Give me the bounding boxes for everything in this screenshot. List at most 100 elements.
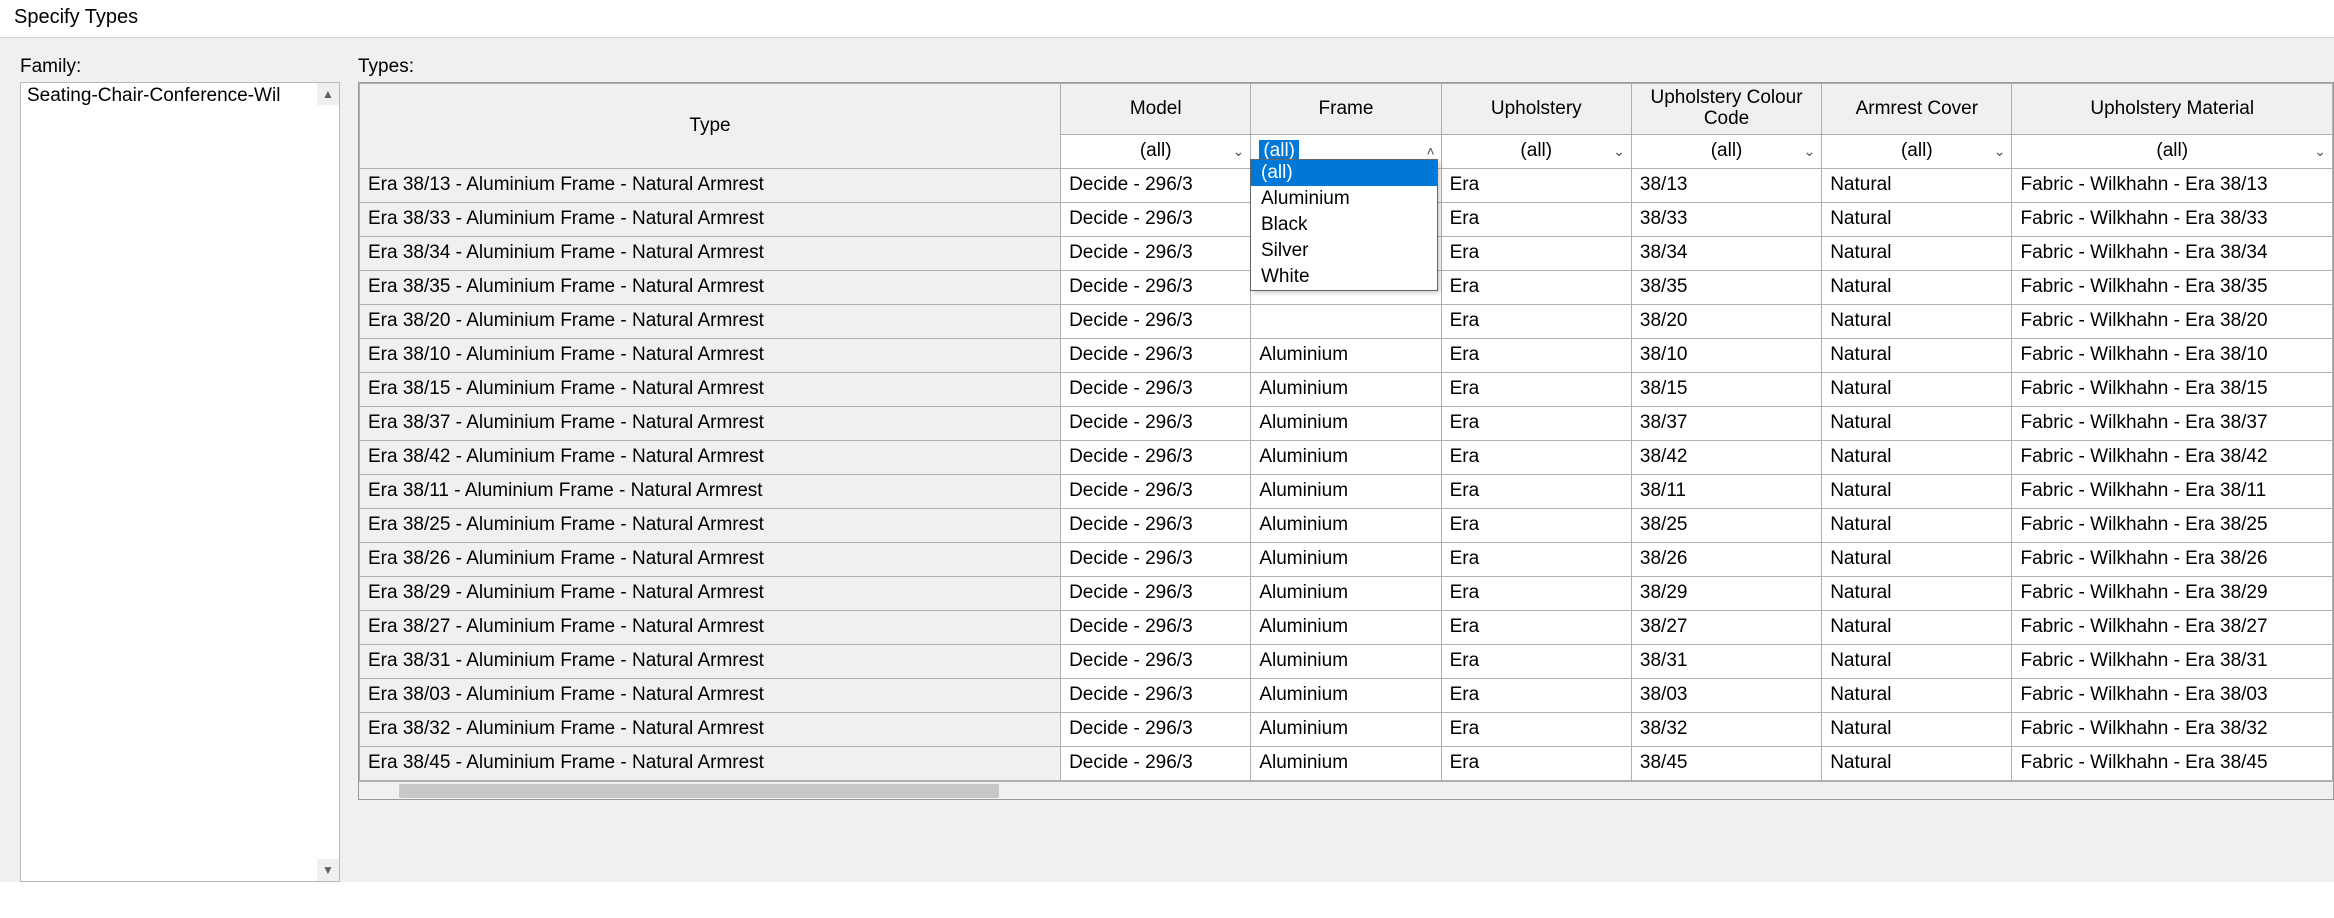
cell-colour-code[interactable]: 38/33 bbox=[1631, 202, 1821, 236]
cell-model[interactable]: Decide - 296/3 bbox=[1061, 406, 1251, 440]
cell-type[interactable]: Era 38/20 - Aluminium Frame - Natural Ar… bbox=[360, 304, 1061, 338]
cell-colour-code[interactable]: 38/13 bbox=[1631, 168, 1821, 202]
table-row[interactable]: Era 38/26 - Aluminium Frame - Natural Ar… bbox=[360, 542, 2333, 576]
cell-colour-code[interactable]: 38/11 bbox=[1631, 474, 1821, 508]
cell-model[interactable]: Decide - 296/3 bbox=[1061, 644, 1251, 678]
cell-model[interactable]: Decide - 296/3 bbox=[1061, 236, 1251, 270]
cell-upholstery[interactable]: Era bbox=[1441, 610, 1631, 644]
cell-model[interactable]: Decide - 296/3 bbox=[1061, 712, 1251, 746]
cell-material[interactable]: Fabric - Wilkhahn - Era 38/25 bbox=[2012, 508, 2333, 542]
cell-type[interactable]: Era 38/27 - Aluminium Frame - Natural Ar… bbox=[360, 610, 1061, 644]
cell-type[interactable]: Era 38/11 - Aluminium Frame - Natural Ar… bbox=[360, 474, 1061, 508]
cell-frame[interactable]: Aluminium bbox=[1251, 644, 1441, 678]
cell-material[interactable]: Fabric - Wilkhahn - Era 38/45 bbox=[2012, 746, 2333, 780]
cell-material[interactable]: Fabric - Wilkhahn - Era 38/32 bbox=[2012, 712, 2333, 746]
cell-type[interactable]: Era 38/26 - Aluminium Frame - Natural Ar… bbox=[360, 542, 1061, 576]
cell-armrest[interactable]: Natural bbox=[1822, 576, 2012, 610]
cell-model[interactable]: Decide - 296/3 bbox=[1061, 474, 1251, 508]
cell-armrest[interactable]: Natural bbox=[1822, 440, 2012, 474]
col-type[interactable]: Type bbox=[360, 84, 1061, 169]
dropdown-item[interactable]: (all) bbox=[1251, 160, 1437, 186]
cell-armrest[interactable]: Natural bbox=[1822, 712, 2012, 746]
cell-material[interactable]: Fabric - Wilkhahn - Era 38/20 bbox=[2012, 304, 2333, 338]
family-list[interactable]: ▲ Seating-Chair-Conference-Wil ▼ bbox=[20, 82, 340, 882]
cell-model[interactable]: Decide - 296/3 bbox=[1061, 576, 1251, 610]
cell-material[interactable]: Fabric - Wilkhahn - Era 38/10 bbox=[2012, 338, 2333, 372]
cell-colour-code[interactable]: 38/31 bbox=[1631, 644, 1821, 678]
table-row[interactable]: Era 38/31 - Aluminium Frame - Natural Ar… bbox=[360, 644, 2333, 678]
cell-colour-code[interactable]: 38/45 bbox=[1631, 746, 1821, 780]
cell-colour-code[interactable]: 38/27 bbox=[1631, 610, 1821, 644]
cell-upholstery[interactable]: Era bbox=[1441, 338, 1631, 372]
cell-type[interactable]: Era 38/25 - Aluminium Frame - Natural Ar… bbox=[360, 508, 1061, 542]
table-row[interactable]: Era 38/42 - Aluminium Frame - Natural Ar… bbox=[360, 440, 2333, 474]
cell-frame[interactable]: Aluminium bbox=[1251, 338, 1441, 372]
cell-frame[interactable]: Aluminium bbox=[1251, 440, 1441, 474]
cell-model[interactable]: Decide - 296/3 bbox=[1061, 746, 1251, 780]
cell-armrest[interactable]: Natural bbox=[1822, 304, 2012, 338]
cell-type[interactable]: Era 38/42 - Aluminium Frame - Natural Ar… bbox=[360, 440, 1061, 474]
cell-colour-code[interactable]: 38/34 bbox=[1631, 236, 1821, 270]
cell-colour-code[interactable]: 38/25 bbox=[1631, 508, 1821, 542]
table-row[interactable]: Era 38/29 - Aluminium Frame - Natural Ar… bbox=[360, 576, 2333, 610]
cell-armrest[interactable]: Natural bbox=[1822, 644, 2012, 678]
table-row[interactable]: Era 38/25 - Aluminium Frame - Natural Ar… bbox=[360, 508, 2333, 542]
cell-material[interactable]: Fabric - Wilkhahn - Era 38/11 bbox=[2012, 474, 2333, 508]
cell-model[interactable]: Decide - 296/3 bbox=[1061, 304, 1251, 338]
cell-armrest[interactable]: Natural bbox=[1822, 746, 2012, 780]
cell-frame[interactable]: Aluminium bbox=[1251, 678, 1441, 712]
cell-material[interactable]: Fabric - Wilkhahn - Era 38/27 bbox=[2012, 610, 2333, 644]
table-row[interactable]: Era 38/37 - Aluminium Frame - Natural Ar… bbox=[360, 406, 2333, 440]
cell-material[interactable]: Fabric - Wilkhahn - Era 38/29 bbox=[2012, 576, 2333, 610]
cell-upholstery[interactable]: Era bbox=[1441, 440, 1631, 474]
cell-upholstery[interactable]: Era bbox=[1441, 372, 1631, 406]
cell-model[interactable]: Decide - 296/3 bbox=[1061, 542, 1251, 576]
cell-upholstery[interactable]: Era bbox=[1441, 576, 1631, 610]
col-upholstery[interactable]: Upholstery bbox=[1441, 84, 1631, 135]
cell-model[interactable]: Decide - 296/3 bbox=[1061, 678, 1251, 712]
cell-upholstery[interactable]: Era bbox=[1441, 508, 1631, 542]
cell-type[interactable]: Era 38/10 - Aluminium Frame - Natural Ar… bbox=[360, 338, 1061, 372]
col-colour-code[interactable]: Upholstery Colour Code bbox=[1631, 84, 1821, 135]
filter-upholstery[interactable]: (all)⌄ bbox=[1441, 134, 1631, 168]
cell-colour-code[interactable]: 38/37 bbox=[1631, 406, 1821, 440]
horizontal-scrollbar[interactable] bbox=[359, 781, 2333, 799]
cell-upholstery[interactable]: Era bbox=[1441, 644, 1631, 678]
cell-material[interactable]: Fabric - Wilkhahn - Era 38/26 bbox=[2012, 542, 2333, 576]
col-material[interactable]: Upholstery Material bbox=[2012, 84, 2333, 135]
cell-model[interactable]: Decide - 296/3 bbox=[1061, 338, 1251, 372]
cell-material[interactable]: Fabric - Wilkhahn - Era 38/42 bbox=[2012, 440, 2333, 474]
cell-armrest[interactable]: Natural bbox=[1822, 270, 2012, 304]
cell-upholstery[interactable]: Era bbox=[1441, 406, 1631, 440]
filter-material[interactable]: (all)⌄ bbox=[2012, 134, 2333, 168]
cell-type[interactable]: Era 38/15 - Aluminium Frame - Natural Ar… bbox=[360, 372, 1061, 406]
scroll-down-icon[interactable]: ▼ bbox=[317, 859, 339, 881]
dropdown-item[interactable]: Black bbox=[1251, 212, 1437, 238]
filter-model[interactable]: (all)⌄ bbox=[1061, 134, 1251, 168]
dropdown-item[interactable]: Aluminium bbox=[1251, 186, 1437, 212]
cell-colour-code[interactable]: 38/32 bbox=[1631, 712, 1821, 746]
cell-armrest[interactable]: Natural bbox=[1822, 474, 2012, 508]
cell-type[interactable]: Era 38/35 - Aluminium Frame - Natural Ar… bbox=[360, 270, 1061, 304]
cell-upholstery[interactable]: Era bbox=[1441, 270, 1631, 304]
cell-armrest[interactable]: Natural bbox=[1822, 338, 2012, 372]
cell-frame[interactable]: Aluminium bbox=[1251, 712, 1441, 746]
cell-type[interactable]: Era 38/45 - Aluminium Frame - Natural Ar… bbox=[360, 746, 1061, 780]
cell-type[interactable]: Era 38/03 - Aluminium Frame - Natural Ar… bbox=[360, 678, 1061, 712]
cell-upholstery[interactable]: Era bbox=[1441, 168, 1631, 202]
filter-colour-code[interactable]: (all)⌄ bbox=[1631, 134, 1821, 168]
cell-upholstery[interactable]: Era bbox=[1441, 678, 1631, 712]
cell-model[interactable]: Decide - 296/3 bbox=[1061, 372, 1251, 406]
cell-frame[interactable]: Aluminium bbox=[1251, 508, 1441, 542]
cell-colour-code[interactable]: 38/26 bbox=[1631, 542, 1821, 576]
cell-colour-code[interactable]: 38/29 bbox=[1631, 576, 1821, 610]
cell-material[interactable]: Fabric - Wilkhahn - Era 38/03 bbox=[2012, 678, 2333, 712]
cell-armrest[interactable]: Natural bbox=[1822, 236, 2012, 270]
cell-frame[interactable] bbox=[1251, 304, 1441, 338]
cell-armrest[interactable]: Natural bbox=[1822, 678, 2012, 712]
frame-filter-dropdown[interactable]: (all)AluminiumBlackSilverWhite bbox=[1250, 159, 1438, 291]
cell-armrest[interactable]: Natural bbox=[1822, 202, 2012, 236]
family-item[interactable]: Seating-Chair-Conference-Wil bbox=[21, 83, 339, 109]
cell-material[interactable]: Fabric - Wilkhahn - Era 38/13 bbox=[2012, 168, 2333, 202]
cell-upholstery[interactable]: Era bbox=[1441, 542, 1631, 576]
